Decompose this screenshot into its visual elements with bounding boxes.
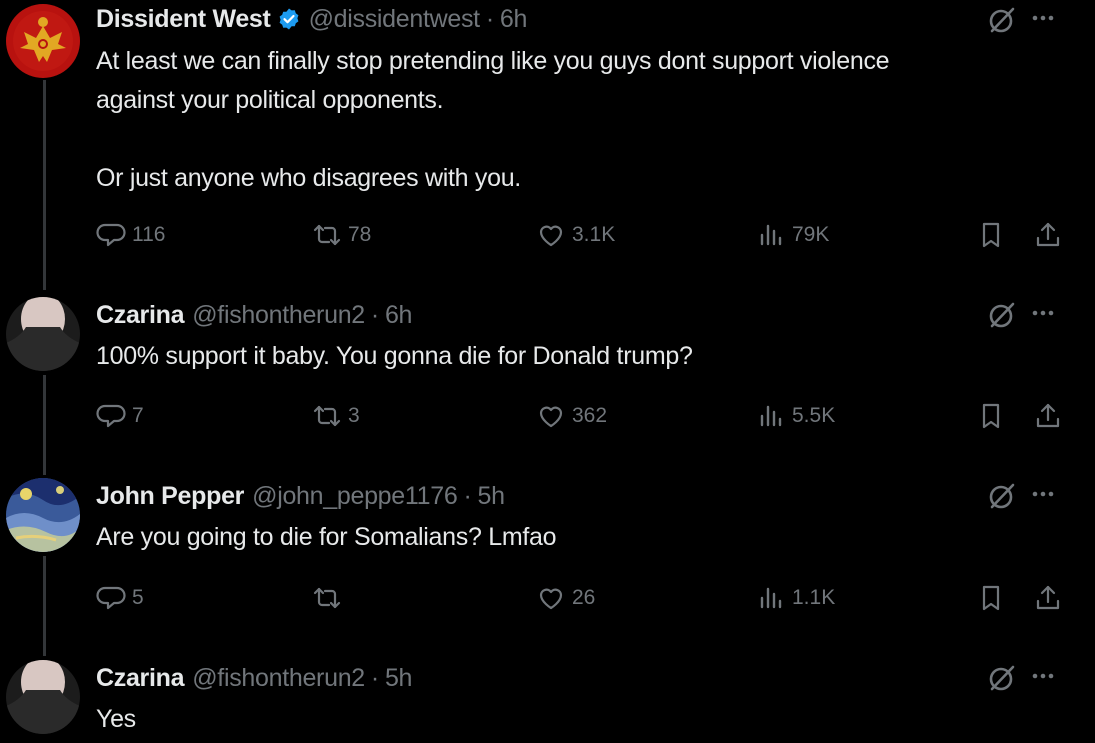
grok-icon[interactable]: [986, 299, 1018, 331]
tweet-actions: 116 78 3.1K 79K: [96, 215, 1065, 255]
views-icon: [760, 224, 782, 246]
retweet-icon: [313, 405, 341, 427]
like-count: 3.1K: [572, 223, 616, 246]
author-name[interactable]: Czarina: [96, 301, 185, 330]
reply-button[interactable]: 116: [96, 215, 165, 255]
avatar[interactable]: [6, 660, 80, 734]
retweet-icon: [313, 587, 341, 609]
timestamp[interactable]: 5h: [385, 664, 413, 693]
heart-icon: [539, 225, 563, 247]
author-handle[interactable]: @john_peppe1176: [252, 482, 458, 511]
share-button[interactable]: [1033, 578, 1063, 618]
share-icon: [1036, 222, 1060, 247]
heart-icon: [539, 406, 563, 428]
avatar[interactable]: [6, 4, 80, 78]
like-count: 362: [572, 404, 608, 427]
tweet-text: Are you going to die for Somalians? Lmfa…: [96, 523, 557, 551]
reply-icon: [96, 404, 126, 428]
bookmark-button[interactable]: [976, 215, 1006, 255]
tweet-text: 100% support it baby. You gonna die for …: [96, 342, 693, 370]
reply-icon: [96, 586, 126, 610]
grok-icon[interactable]: [986, 4, 1018, 36]
retweet-icon: [313, 224, 341, 246]
bookmark-button[interactable]: [976, 578, 1006, 618]
tweet[interactable]: John Pepper @john_peppe1176 · 5h Are you…: [0, 476, 1095, 656]
bookmark-icon: [982, 403, 1000, 429]
more-icon[interactable]: [1027, 660, 1059, 692]
author-handle[interactable]: @fishontherun2: [192, 664, 365, 693]
retweet-button[interactable]: 78: [312, 215, 371, 255]
timestamp[interactable]: 5h: [477, 482, 505, 511]
tweet-header: Czarina @fishontherun2 · 6h: [96, 297, 412, 333]
tweet-actions: 7 3 362 5.5K: [96, 396, 1065, 436]
like-button[interactable]: 26: [536, 578, 595, 618]
tweet-header: John Pepper @john_peppe1176 · 5h: [96, 478, 505, 514]
share-button[interactable]: [1033, 215, 1063, 255]
tweet-header: Dissident West @dissidentwest · 6h: [96, 1, 527, 37]
heart-icon: [539, 588, 563, 610]
retweet-button[interactable]: [312, 578, 348, 618]
tweet-actions: 5 26 1.1K: [96, 578, 1065, 618]
bookmark-icon: [982, 222, 1000, 248]
tweet-text: At least we can finally stop pretending …: [96, 47, 890, 192]
share-icon: [1036, 403, 1060, 428]
reply-count: 7: [132, 404, 144, 427]
author-handle[interactable]: @dissidentwest: [309, 5, 481, 34]
separator-dot: ·: [370, 300, 379, 329]
views-icon: [760, 587, 782, 609]
timestamp[interactable]: 6h: [385, 301, 413, 330]
views-button[interactable]: 5.5K: [756, 396, 835, 436]
reply-count: 5: [132, 586, 144, 609]
separator-dot: ·: [370, 663, 379, 692]
more-icon[interactable]: [1027, 478, 1059, 510]
retweet-button[interactable]: 3: [312, 396, 360, 436]
author-name[interactable]: John Pepper: [96, 482, 244, 511]
retweet-count: 78: [348, 223, 372, 246]
tweet[interactable]: Czarina @fishontherun2 · 5h Yes: [0, 658, 1095, 743]
retweet-count: 3: [348, 404, 360, 427]
tweet[interactable]: Dissident West @dissidentwest · 6h At le…: [0, 0, 1095, 290]
reply-button[interactable]: 5: [96, 578, 144, 618]
avatar[interactable]: [6, 478, 80, 552]
views-icon: [760, 405, 782, 427]
view-count: 5.5K: [792, 404, 836, 427]
author-name[interactable]: Dissident West: [96, 5, 271, 34]
avatar[interactable]: [6, 297, 80, 371]
bookmark-button[interactable]: [976, 396, 1006, 436]
more-icon[interactable]: [1027, 297, 1059, 329]
view-count: 79K: [792, 223, 830, 246]
share-icon: [1036, 585, 1060, 610]
author-name[interactable]: Czarina: [96, 664, 185, 693]
more-icon[interactable]: [1027, 2, 1059, 34]
view-count: 1.1K: [792, 586, 836, 609]
views-button[interactable]: 79K: [756, 215, 829, 255]
tweet-text: Yes: [96, 705, 136, 733]
tweet[interactable]: Czarina @fishontherun2 · 6h 100% support…: [0, 295, 1095, 475]
separator-dot: ·: [463, 481, 472, 510]
reply-count: 116: [132, 223, 166, 246]
like-button[interactable]: 362: [536, 396, 607, 436]
reply-icon: [96, 223, 126, 247]
grok-icon[interactable]: [986, 662, 1018, 694]
bookmark-icon: [982, 585, 1000, 611]
reply-button[interactable]: 7: [96, 396, 144, 436]
grok-icon[interactable]: [986, 480, 1018, 512]
separator-dot: ·: [485, 4, 494, 33]
verified-badge-icon: [277, 7, 301, 31]
author-handle[interactable]: @fishontherun2: [192, 301, 365, 330]
timestamp[interactable]: 6h: [500, 5, 528, 34]
like-count: 26: [572, 586, 596, 609]
like-button[interactable]: 3.1K: [536, 215, 615, 255]
tweet-header: Czarina @fishontherun2 · 5h: [96, 660, 412, 696]
views-button[interactable]: 1.1K: [756, 578, 835, 618]
share-button[interactable]: [1033, 396, 1063, 436]
